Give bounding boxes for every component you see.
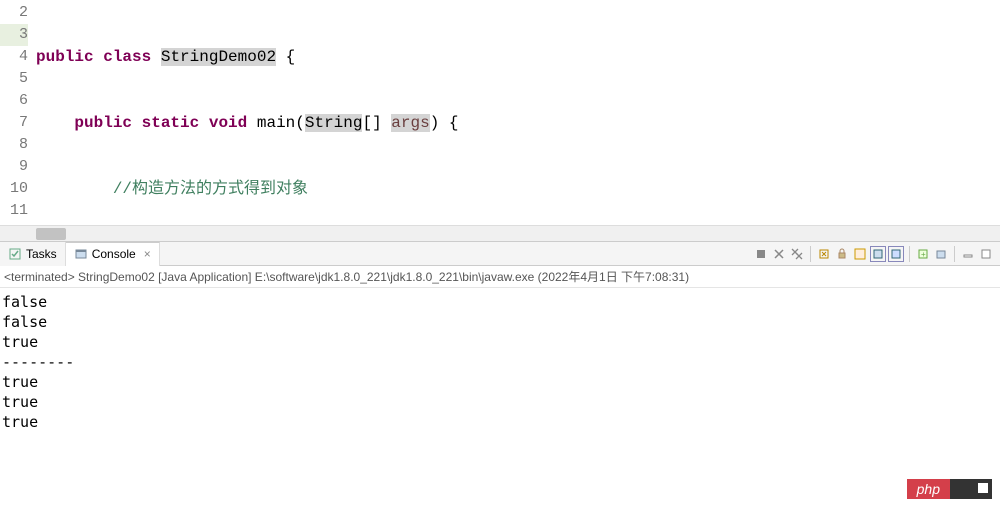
watermark: php (907, 479, 992, 499)
display-selected-console-icon[interactable] (933, 246, 949, 262)
output-line: -------- (2, 352, 998, 372)
toolbar-separator (909, 246, 910, 262)
console-toolbar: + (753, 246, 1000, 262)
line-number: 10 (0, 178, 28, 200)
line-number: 3 (0, 24, 28, 46)
output-line: false (2, 292, 998, 312)
token: ( (295, 114, 305, 132)
tab-tasks[interactable]: Tasks (0, 242, 66, 266)
maximize-icon[interactable] (978, 246, 994, 262)
remove-all-icon[interactable] (789, 246, 805, 262)
terminate-icon[interactable] (753, 246, 769, 262)
code-editor: 2 3 4 5 6 7 8 9 10 11 public class Strin… (0, 0, 1000, 242)
type: String (305, 114, 363, 132)
keyword: static (142, 114, 200, 132)
console-output[interactable]: false false true -------- true true true (0, 288, 1000, 436)
token: { (276, 48, 295, 66)
output-line: true (2, 392, 998, 412)
termination-status: <terminated> StringDemo02 [Java Applicat… (0, 266, 1000, 288)
output-line: true (2, 412, 998, 432)
watermark-logo (950, 479, 992, 499)
keyword: public (74, 114, 132, 132)
parameter: args (391, 114, 429, 132)
remove-launch-icon[interactable] (771, 246, 787, 262)
show-console-icon[interactable] (870, 246, 886, 262)
token: [] (362, 114, 391, 132)
tab-label: Tasks (26, 247, 57, 261)
token: ) { (430, 114, 459, 132)
line-number: 4 (0, 46, 28, 68)
class-name: StringDemo02 (161, 48, 276, 66)
open-console-icon[interactable]: + (915, 246, 931, 262)
scrollbar-thumb[interactable] (36, 228, 66, 240)
tab-label: Console (92, 247, 136, 261)
line-number: 5 (0, 68, 28, 90)
word-wrap-icon[interactable] (852, 246, 868, 262)
comment: //构造方法的方式得到对象 (113, 180, 308, 198)
line-number: 8 (0, 134, 28, 156)
watermark-text: php (907, 479, 950, 499)
output-line: true (2, 332, 998, 352)
toolbar-separator (954, 246, 955, 262)
line-number: 7 (0, 112, 28, 134)
code-content[interactable]: public class StringDemo02 { public stati… (36, 0, 1000, 225)
output-line: false (2, 312, 998, 332)
keyword: public (36, 48, 94, 66)
svg-text:+: + (921, 250, 926, 259)
line-number: 6 (0, 90, 28, 112)
minimize-icon[interactable] (960, 246, 976, 262)
tasks-icon (8, 247, 22, 261)
keyword: class (103, 48, 151, 66)
toolbar-separator (810, 246, 811, 262)
tab-console[interactable]: Console × (66, 242, 160, 266)
scroll-lock-icon[interactable] (834, 246, 850, 262)
keyword: void (209, 114, 247, 132)
pin-console-icon[interactable] (888, 246, 904, 262)
close-icon[interactable]: × (144, 247, 151, 261)
bottom-panel-tabs: Tasks Console × + (0, 242, 1000, 266)
method-name: main (257, 114, 295, 132)
line-number: 2 (0, 2, 28, 24)
console-icon (74, 247, 88, 261)
output-line: true (2, 372, 998, 392)
line-number: 9 (0, 156, 28, 178)
horizontal-scrollbar[interactable] (0, 225, 1000, 241)
clear-console-icon[interactable] (816, 246, 832, 262)
line-number-gutter: 2 3 4 5 6 7 8 9 10 11 (0, 0, 36, 225)
line-number: 11 (0, 200, 28, 222)
